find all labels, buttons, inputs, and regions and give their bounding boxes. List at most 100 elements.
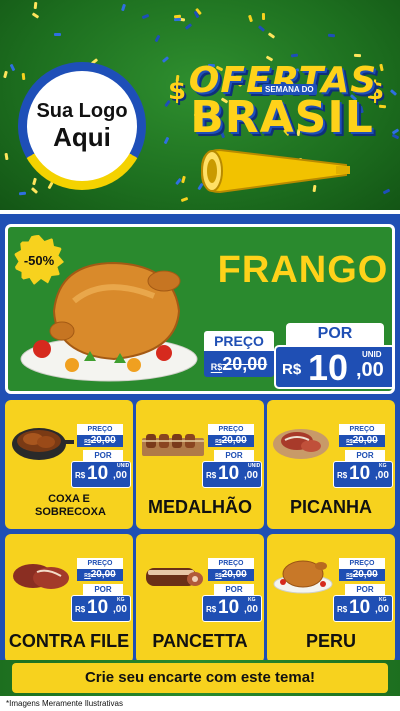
featured-offer-card[interactable]: -50% FRANGO PREÇO R$20,00 POR R$ 10 UNID…: [5, 224, 395, 394]
price-integer: 10: [87, 597, 109, 618]
roast-turkey-icon: [273, 560, 333, 594]
confetti-piece: [184, 23, 193, 30]
old-price-label: PREÇO: [204, 331, 274, 351]
new-price: R$ 10 KG ,00: [333, 595, 393, 622]
product-name: PICANHA: [289, 497, 372, 517]
price-unit: KG: [248, 597, 256, 603]
confetti-piece: [154, 34, 161, 43]
confetti-piece: [389, 89, 398, 96]
old-price-value: 20,00: [222, 354, 268, 374]
price-currency: R$: [337, 605, 348, 614]
new-price-label: POR: [83, 584, 123, 595]
old-price-value: 20,00: [90, 435, 116, 446]
old-price-value: 20,00: [90, 569, 116, 580]
price-currency: R$: [337, 471, 348, 480]
logo-text-line2: Aqui: [53, 122, 111, 152]
product-card[interactable]: PREÇO R$20,00 POR R$ 10 UNID ,00 MEDALHÃ…: [136, 400, 264, 529]
price-currency: R$: [206, 471, 217, 480]
confetti-piece: [257, 25, 266, 32]
confetti-piece: [173, 17, 182, 22]
confetti-piece: [173, 14, 182, 19]
price-unit: UNID: [362, 350, 382, 359]
price-currency: R$: [282, 361, 302, 378]
confetti-piece: [353, 53, 362, 58]
confetti-piece: [21, 72, 26, 81]
price-integer: 10: [218, 597, 240, 618]
price-decimal: ,00: [356, 359, 384, 381]
confetti-piece: [163, 136, 170, 145]
price-unit: KG: [117, 597, 125, 603]
new-price-label: POR: [345, 584, 385, 595]
price-unit: UNID: [248, 463, 261, 469]
price-decimal: ,00: [244, 470, 258, 481]
price-decimal: ,00: [244, 604, 258, 615]
new-price-label: POR: [83, 450, 123, 461]
price-integer: 10: [308, 347, 349, 388]
logo-placeholder: Sua Logo Aqui: [27, 71, 137, 181]
new-price-label: POR: [214, 450, 254, 461]
confetti-piece: [3, 70, 8, 79]
skewers-icon: [142, 434, 204, 456]
confetti-piece: [31, 12, 40, 19]
product-card[interactable]: PREÇO R$20,00 POR R$ 10 KG ,00 PANCETTA: [136, 534, 264, 663]
logo-text-line1: Sua Logo: [36, 100, 128, 122]
offers-panel: -50% FRANGO PREÇO R$20,00 POR R$ 10 UNID…: [0, 210, 400, 670]
confetti-piece: [267, 32, 276, 39]
product-card[interactable]: PREÇO R$20,00 POR R$ 10 KG ,00 PICANHA: [267, 400, 395, 529]
price-unit: KG: [379, 597, 387, 603]
product-name: CONTRA FILE: [8, 631, 130, 651]
price-integer: 10: [349, 597, 371, 618]
new-price: R$ 10 UNID ,00: [274, 345, 392, 389]
new-price: R$ 10 UNID ,00: [202, 461, 262, 488]
old-price: R$20,00: [204, 351, 274, 377]
confetti-piece: [327, 33, 336, 38]
price-decimal: ,00: [375, 470, 389, 481]
confetti-piece: [4, 152, 9, 161]
product-name: COXA E SOBRECOXA: [35, 493, 106, 518]
price-integer: 10: [218, 463, 240, 484]
product-name: PANCETTA: [152, 631, 248, 651]
confetti-piece: [161, 56, 170, 63]
confetti-piece: [30, 187, 39, 194]
new-price-label: POR: [345, 450, 385, 461]
confetti-piece: [120, 3, 127, 12]
confetti-piece: [180, 196, 189, 203]
price-currency: R$: [75, 605, 86, 614]
cta-banner[interactable]: Crie seu encarte com este tema!: [12, 663, 388, 693]
old-price: R$20,00: [77, 435, 123, 447]
old-price-label: PREÇO: [339, 424, 385, 435]
pancetta-icon: [146, 568, 203, 586]
new-price-label: POR: [286, 323, 384, 345]
price-unit: KG: [379, 463, 387, 469]
confetti-piece: [247, 14, 254, 23]
product-name: PERU: [305, 631, 356, 651]
confetti-piece: [33, 1, 38, 10]
old-price: R$20,00: [339, 569, 385, 581]
new-price: R$ 10 KG ,00: [202, 595, 262, 622]
price-currency: R$: [206, 605, 217, 614]
confetti-piece: [54, 33, 61, 36]
old-price-currency: R$: [210, 362, 223, 372]
confetti-piece: [9, 63, 16, 72]
new-price: R$ 10 UNID ,00: [71, 461, 131, 488]
title-brasil: BRASIL: [190, 92, 374, 143]
old-price-value: 20,00: [352, 569, 378, 580]
new-price: R$ 10 KG ,00: [71, 595, 131, 622]
confetti-piece: [18, 191, 27, 196]
confetti-piece: [32, 177, 37, 186]
header-banner: Sua Logo Aqui $ $ OFERTAS SEMANA DO BRAS…: [0, 0, 400, 212]
old-price-value: 20,00: [221, 569, 247, 580]
product-card[interactable]: PREÇO R$20,00 POR R$ 10 KG ,00 PERU: [267, 534, 395, 663]
old-price: R$20,00: [77, 569, 123, 581]
confetti-piece: [391, 133, 400, 140]
product-card[interactable]: PREÇO R$20,00 POR R$ 10 UNID ,00 COXA E …: [5, 400, 133, 529]
product-card[interactable]: PREÇO R$20,00 POR R$ 10 KG ,00 CONTRA FI…: [5, 534, 133, 663]
confetti-piece: [261, 12, 266, 21]
old-price-label: PREÇO: [77, 558, 123, 569]
disclaimer-text: *Imagens Meramente Ilustrativas: [0, 696, 400, 711]
logo-badge: Sua Logo Aqui: [18, 62, 146, 190]
new-price-label: POR: [214, 584, 254, 595]
old-price-label: PREÇO: [339, 558, 385, 569]
price-currency: R$: [75, 471, 86, 480]
confetti-piece: [141, 13, 150, 20]
